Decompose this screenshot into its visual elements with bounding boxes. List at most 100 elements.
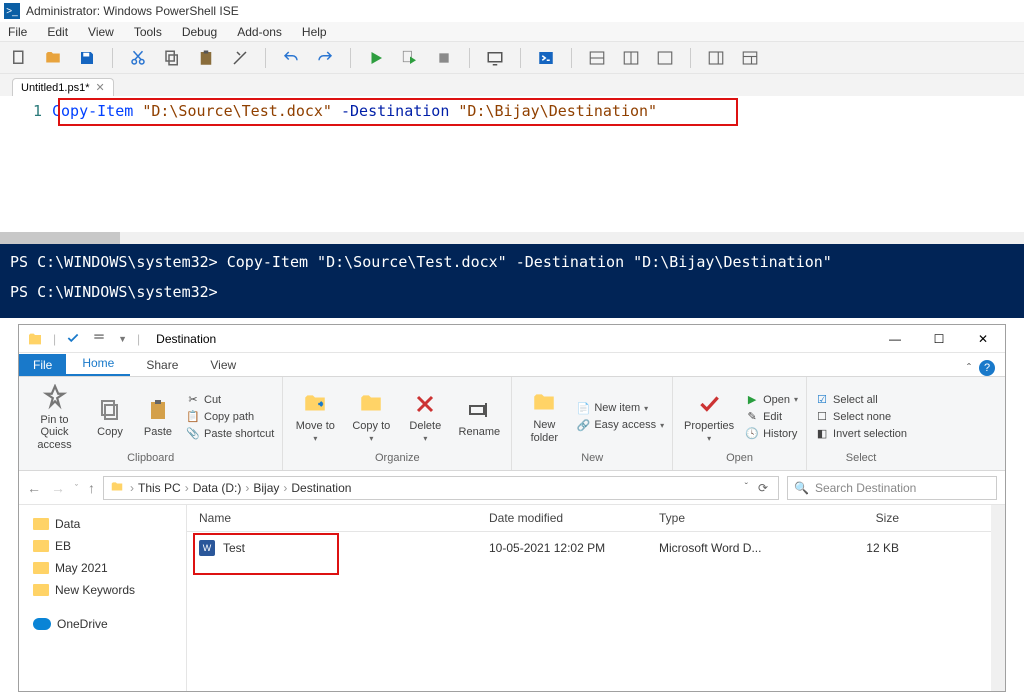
rename-button[interactable]: Rename <box>455 396 503 438</box>
easy-access-button[interactable]: 🔗Easy access ▾ <box>576 418 664 432</box>
chevron-down-icon[interactable]: ▼ <box>118 334 127 344</box>
script-tab[interactable]: Untitled1.ps1* ✕ <box>12 78 114 96</box>
cut-icon[interactable] <box>127 47 149 69</box>
properties-button[interactable]: Properties▾ <box>681 390 737 443</box>
open-button[interactable]: ▶Open ▾ <box>745 393 798 407</box>
col-size[interactable]: Size <box>819 511 899 525</box>
ise-toolbar <box>0 42 1024 74</box>
breadcrumb[interactable]: › This PC › Data (D:) › Bijay › Destinat… <box>103 476 779 500</box>
column-headers[interactable]: Name Date modified Type Size <box>187 505 1005 532</box>
menu-view[interactable]: View <box>88 25 114 39</box>
collapse-ribbon-icon[interactable]: ˆ <box>967 361 971 375</box>
tab-view[interactable]: View <box>194 354 252 376</box>
tree-item-may[interactable]: May 2021 <box>25 557 180 579</box>
col-name[interactable]: Name <box>199 511 489 525</box>
paste-button[interactable]: Paste <box>138 396 178 438</box>
crumb-folder1[interactable]: Bijay <box>253 481 279 495</box>
address-bar-row: ← → ˇ ↑ › This PC › Data (D:) › Bijay › … <box>19 471 1005 505</box>
cut-button[interactable]: ✂Cut <box>186 393 274 407</box>
ise-console[interactable]: PS C:\WINDOWS\system32> Copy-Item "D:\So… <box>0 244 1024 318</box>
paste-shortcut-button[interactable]: 📎Paste shortcut <box>186 427 274 441</box>
horizontal-scrollbar[interactable] <box>0 232 1024 244</box>
layout3-icon[interactable] <box>654 47 676 69</box>
ise-editor[interactable]: 1 Copy-Item "D:\Source\Test.docx" -Desti… <box>0 96 1024 244</box>
menu-addons[interactable]: Add-ons <box>237 25 282 39</box>
clear-icon[interactable] <box>229 47 251 69</box>
refresh-icon[interactable]: ⟳ <box>758 481 768 495</box>
copy-icon <box>96 396 124 424</box>
tab-home[interactable]: Home <box>66 352 130 376</box>
menu-edit[interactable]: Edit <box>47 25 68 39</box>
vertical-scrollbar[interactable] <box>991 505 1005 691</box>
chevron-down-icon[interactable]: ˇ <box>745 482 748 493</box>
up-button[interactable]: ↑ <box>88 480 95 496</box>
window-title: Destination <box>148 332 216 346</box>
tree-item-onedrive[interactable]: OneDrive <box>25 613 180 635</box>
copy-button[interactable]: Copy <box>90 396 130 438</box>
crumb-this-pc[interactable]: This PC <box>138 481 181 495</box>
new-item-button[interactable]: 📄New item ▾ <box>576 401 664 415</box>
run-icon[interactable] <box>365 47 387 69</box>
folder-icon <box>33 562 49 574</box>
crumb-folder2[interactable]: Destination <box>291 481 351 495</box>
select-all-button[interactable]: ☑Select all <box>815 393 907 407</box>
tab-share[interactable]: Share <box>130 354 194 376</box>
tree-item-data[interactable]: Data <box>25 513 180 535</box>
menu-debug[interactable]: Debug <box>182 25 217 39</box>
save-icon[interactable] <box>76 47 98 69</box>
recent-dropdown[interactable]: ˇ <box>75 483 78 493</box>
paste-icon[interactable] <box>195 47 217 69</box>
show-command-icon[interactable] <box>705 47 727 69</box>
minimize-button[interactable]: — <box>873 325 917 353</box>
search-input[interactable]: 🔍 Search Destination <box>787 476 997 500</box>
close-icon[interactable]: ✕ <box>96 81 105 94</box>
invert-selection-button[interactable]: ◧Invert selection <box>815 427 907 441</box>
col-date[interactable]: Date modified <box>489 511 659 525</box>
new-folder-button[interactable]: New folder <box>520 389 568 443</box>
history-button[interactable]: 🕓History <box>745 427 798 441</box>
nav-tree[interactable]: Data EB May 2021 New Keywords OneDrive <box>19 505 187 691</box>
delete-button[interactable]: Delete▾ <box>403 390 447 443</box>
new-folder-icon <box>530 389 558 417</box>
help-icon[interactable]: ? <box>979 360 995 376</box>
shortcut-icon: 📎 <box>186 427 200 441</box>
forward-button[interactable]: → <box>51 480 65 496</box>
crumb-drive[interactable]: Data (D:) <box>193 481 242 495</box>
script-tab-label: Untitled1.ps1* <box>21 82 90 94</box>
group-label: Open <box>681 452 798 466</box>
undo-icon[interactable] <box>280 47 302 69</box>
menu-help[interactable]: Help <box>302 25 327 39</box>
copy-icon[interactable] <box>161 47 183 69</box>
col-type[interactable]: Type <box>659 511 819 525</box>
open-folder-icon[interactable] <box>42 47 64 69</box>
copy-to-button[interactable]: Copy to▾ <box>347 390 395 443</box>
redo-icon[interactable] <box>314 47 336 69</box>
powershell-tab-icon[interactable] <box>535 47 557 69</box>
overflow-icon[interactable] <box>92 331 108 347</box>
pin-to-quick-access-button[interactable]: Pin to Quick access <box>27 382 82 450</box>
stop-icon[interactable] <box>433 47 455 69</box>
layout2-icon[interactable] <box>620 47 642 69</box>
tree-item-eb[interactable]: EB <box>25 535 180 557</box>
move-to-button[interactable]: Move to▾ <box>291 390 339 443</box>
show-addon-icon[interactable] <box>739 47 761 69</box>
menu-tools[interactable]: Tools <box>134 25 162 39</box>
paste-icon <box>144 396 172 424</box>
layout1-icon[interactable] <box>586 47 608 69</box>
back-button[interactable]: ← <box>27 480 41 496</box>
checkbox-icon[interactable] <box>66 331 82 347</box>
run-selection-icon[interactable] <box>399 47 421 69</box>
ribbon-tabs: File Home Share View ˆ ? <box>19 353 1005 377</box>
new-file-icon[interactable] <box>8 47 30 69</box>
tab-file[interactable]: File <box>19 354 66 376</box>
copy-path-button[interactable]: 📋Copy path <box>186 410 274 424</box>
select-none-button[interactable]: ☐Select none <box>815 410 907 424</box>
tree-item-keywords[interactable]: New Keywords <box>25 579 180 601</box>
maximize-button[interactable]: ☐ <box>917 325 961 353</box>
menu-file[interactable]: File <box>8 25 27 39</box>
ise-menu-bar: File Edit View Tools Debug Add-ons Help <box>0 22 1024 42</box>
edit-button[interactable]: ✎Edit <box>745 410 798 424</box>
close-button[interactable]: ✕ <box>961 325 1005 353</box>
easy-access-icon: 🔗 <box>576 418 590 432</box>
remote-icon[interactable] <box>484 47 506 69</box>
